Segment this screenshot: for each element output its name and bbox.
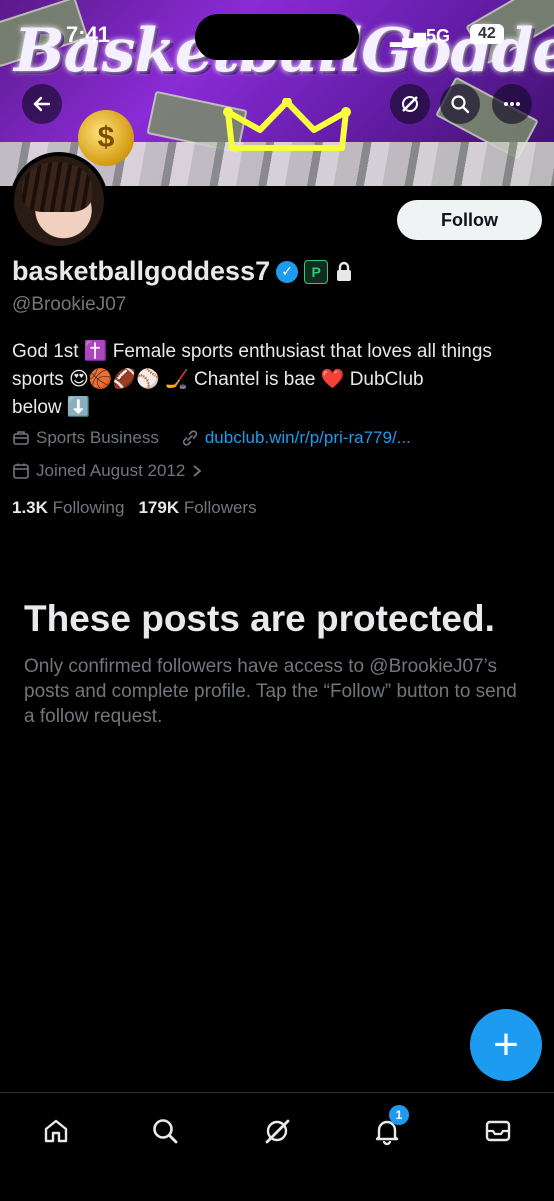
compose-button[interactable]: +	[470, 1009, 542, 1081]
status-time: 7:41	[66, 22, 111, 47]
home-icon	[44, 1119, 68, 1143]
coin-icon: $	[78, 110, 134, 166]
mail-icon	[485, 1120, 511, 1142]
plus-icon: +	[493, 1020, 519, 1069]
nav-home[interactable]	[36, 1111, 76, 1151]
grok-icon	[265, 1119, 290, 1144]
nav-messages[interactable]	[478, 1111, 518, 1151]
follow-stats: 1.3K Following 179K Followers	[12, 498, 257, 518]
following-count: 1.3K	[12, 498, 48, 517]
display-name-row: basketballgoddess7 ✓ P	[12, 256, 354, 287]
nav-notifications[interactable]: 1	[367, 1105, 409, 1151]
bio-line: God 1st ✝️ Female sports enthusiast that…	[12, 341, 492, 362]
search-button[interactable]	[440, 84, 480, 124]
followers-stat[interactable]: 179K Followers	[138, 498, 256, 518]
profile-meta-row: Sports Business dubclub.win/r/p/pri-ra77…	[12, 428, 411, 448]
display-name: basketballgoddess7	[12, 256, 271, 286]
bio-line: sports 😍🏀🏈⚾️ 🏒 Chantel is bae ❤️ DubClub	[12, 369, 424, 390]
dynamic-island	[195, 14, 359, 60]
followers-count: 179K	[138, 498, 180, 517]
link-icon	[182, 430, 197, 446]
signal-icon: ▂▄▆	[390, 30, 426, 47]
briefcase-icon	[13, 431, 29, 445]
followers-label: Followers	[183, 498, 257, 517]
avatar-hair	[22, 162, 92, 212]
lock-icon	[337, 261, 352, 281]
network-label: 5G	[426, 26, 451, 46]
profile-website-link[interactable]: dubclub.win/r/p/pri-ra779/...	[205, 428, 411, 448]
profile-category: Sports Business	[36, 428, 159, 447]
notification-badge: 1	[389, 1105, 409, 1125]
search-icon	[153, 1119, 178, 1144]
grok-icon	[402, 96, 418, 112]
following-stat[interactable]: 1.3K Following	[12, 498, 124, 518]
avatar[interactable]	[10, 152, 108, 250]
back-arrow-icon	[33, 96, 51, 112]
joined-date: Joined August 2012	[36, 461, 186, 480]
crown-icon	[223, 98, 351, 151]
bottom-nav: 1	[0, 1092, 554, 1201]
user-handle: @BrookieJ07	[12, 294, 127, 315]
protected-message: Only confirmed followers have access to …	[24, 656, 517, 727]
follow-button[interactable]: Follow	[397, 200, 542, 240]
chevron-right-icon	[193, 465, 202, 477]
protected-title: These posts are protected.	[24, 598, 495, 639]
affiliate-badge-icon[interactable]: P	[304, 259, 329, 284]
battery-indicator: 42	[470, 24, 504, 44]
back-button[interactable]	[22, 84, 62, 124]
nav-grok[interactable]	[257, 1111, 297, 1151]
more-icon	[504, 102, 520, 106]
verified-badge-icon[interactable]: ✓	[276, 260, 299, 283]
profile-bio: God 1st ✝️ Female sports enthusiast that…	[12, 338, 542, 422]
nav-search[interactable]	[145, 1111, 185, 1151]
following-label: Following	[52, 498, 125, 517]
grok-button[interactable]	[390, 84, 430, 124]
calendar-icon	[13, 463, 29, 479]
more-button[interactable]	[492, 84, 532, 124]
joined-row[interactable]: Joined August 2012	[12, 461, 203, 481]
bio-line: below ⬇️	[12, 397, 91, 418]
search-icon	[451, 95, 470, 114]
